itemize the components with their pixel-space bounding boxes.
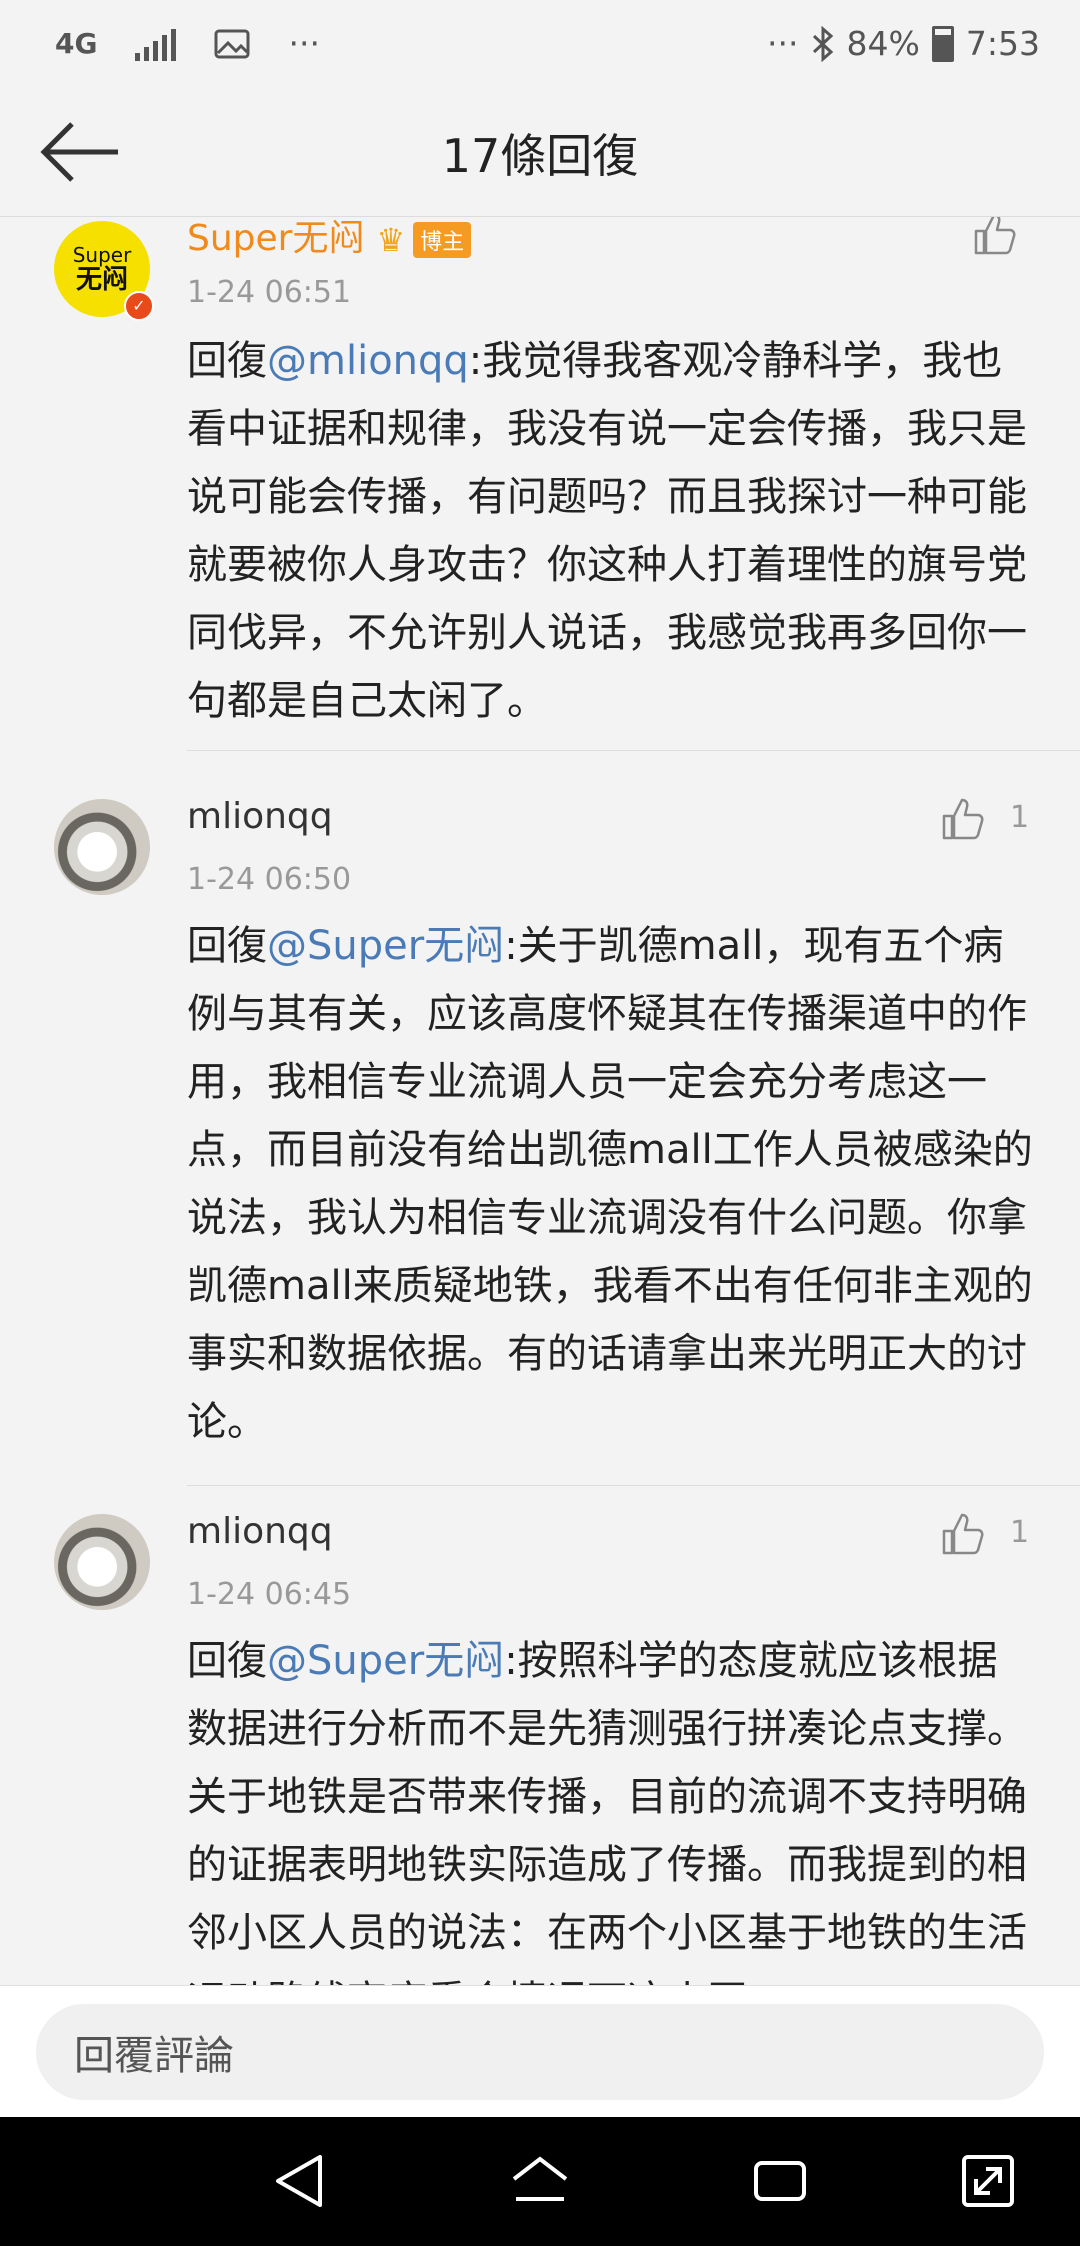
system-nav-bar <box>0 2117 1080 2246</box>
comment-body: 回復@Super无闷:关于凯德mall，现有五个病例与其有关，应该高度怀疑其在传… <box>187 912 1035 1456</box>
comment-time: 1-24 06:51 <box>187 275 352 310</box>
reply-prefix: 回復 <box>187 338 267 384</box>
username[interactable]: mlionqq <box>187 1511 333 1552</box>
avatar-text: 无闷 <box>75 264 128 295</box>
divider <box>187 1485 1080 1486</box>
image-icon <box>214 29 250 58</box>
bluetooth-icon <box>812 25 833 62</box>
crown-icon: ♛ <box>376 221 406 259</box>
network-type: 4G <box>55 26 98 60</box>
like-count: 1 <box>1010 1515 1030 1550</box>
comment-body: 回復@Super无闷:按照科学的态度就应该根据数据进行分析而不是先猜测强行拼凑论… <box>187 1627 1035 1985</box>
more-notifications: ··· <box>288 24 320 63</box>
verified-icon: ✓ <box>124 291 154 321</box>
username[interactable]: mlionqq <box>187 796 333 837</box>
avatar-text: Super <box>72 242 132 267</box>
battery-percent: 84% <box>846 24 920 63</box>
mention-link[interactable]: @Super无闷 <box>267 923 504 969</box>
comment-list[interactable]: Super 无闷 ✓ Super无闷 ♛ 博主 1-24 06:51 回復@mlio… <box>0 217 1080 1985</box>
reply-prefix: 回復 <box>187 923 267 969</box>
reply-bar: 回覆評論 <box>0 1985 1080 2118</box>
comment-time: 1-24 06:50 <box>187 862 352 897</box>
status-more: ··· <box>767 24 799 63</box>
page-title: 17條回復 <box>441 129 639 183</box>
avatar[interactable]: Super 无闷 ✓ <box>54 221 154 321</box>
comment-text: :关于凯德mall，现有五个病例与其有关，应该高度怀疑其在传播渠道中的作用，我相… <box>187 923 1033 1445</box>
avatar[interactable] <box>54 1514 150 1610</box>
comment-text: :按照科学的态度就应该根据数据进行分析而不是先猜测强行拼凑论点支撑。 关于地铁是… <box>187 1638 1027 1985</box>
back-triangle-icon[interactable] <box>268 2149 332 2213</box>
home-icon[interactable] <box>508 2149 572 2213</box>
comment-body: 回復@mlionqq:我觉得我客观冷静科学，我也看中证据和规律，我没有说一定会传… <box>187 327 1035 735</box>
reply-prefix: 回復 <box>187 1638 267 1684</box>
like-icon[interactable] <box>940 794 988 842</box>
avatar[interactable] <box>54 799 150 895</box>
like-icon[interactable] <box>972 217 1020 257</box>
like-icon[interactable] <box>940 1509 988 1557</box>
divider <box>187 750 1080 751</box>
signal-icon <box>135 27 177 61</box>
comment-time: 1-24 06:45 <box>187 1577 352 1612</box>
username[interactable]: Super无闷 ♛ 博主 <box>187 217 472 261</box>
status-bar: 4G ··· ··· 84% 7:53 <box>0 0 1080 90</box>
recents-icon[interactable] <box>748 2149 812 2213</box>
expand-icon[interactable] <box>956 2149 1020 2213</box>
comment-text: :我觉得我客观冷静科学，我也看中证据和规律，我没有说一定会传播，我只是说可能会传… <box>187 338 1027 724</box>
username-text: Super无闷 <box>187 218 365 259</box>
reply-input[interactable]: 回覆評論 <box>36 2004 1044 2100</box>
mention-link[interactable]: @mlionqq <box>267 338 469 384</box>
clock: 7:53 <box>965 24 1040 63</box>
app-header: 17條回復 <box>0 90 1080 217</box>
mention-link[interactable]: @Super无闷 <box>267 1638 504 1684</box>
battery-icon <box>931 25 954 62</box>
like-count: 1 <box>1010 800 1030 835</box>
author-badge: 博主 <box>413 222 472 258</box>
